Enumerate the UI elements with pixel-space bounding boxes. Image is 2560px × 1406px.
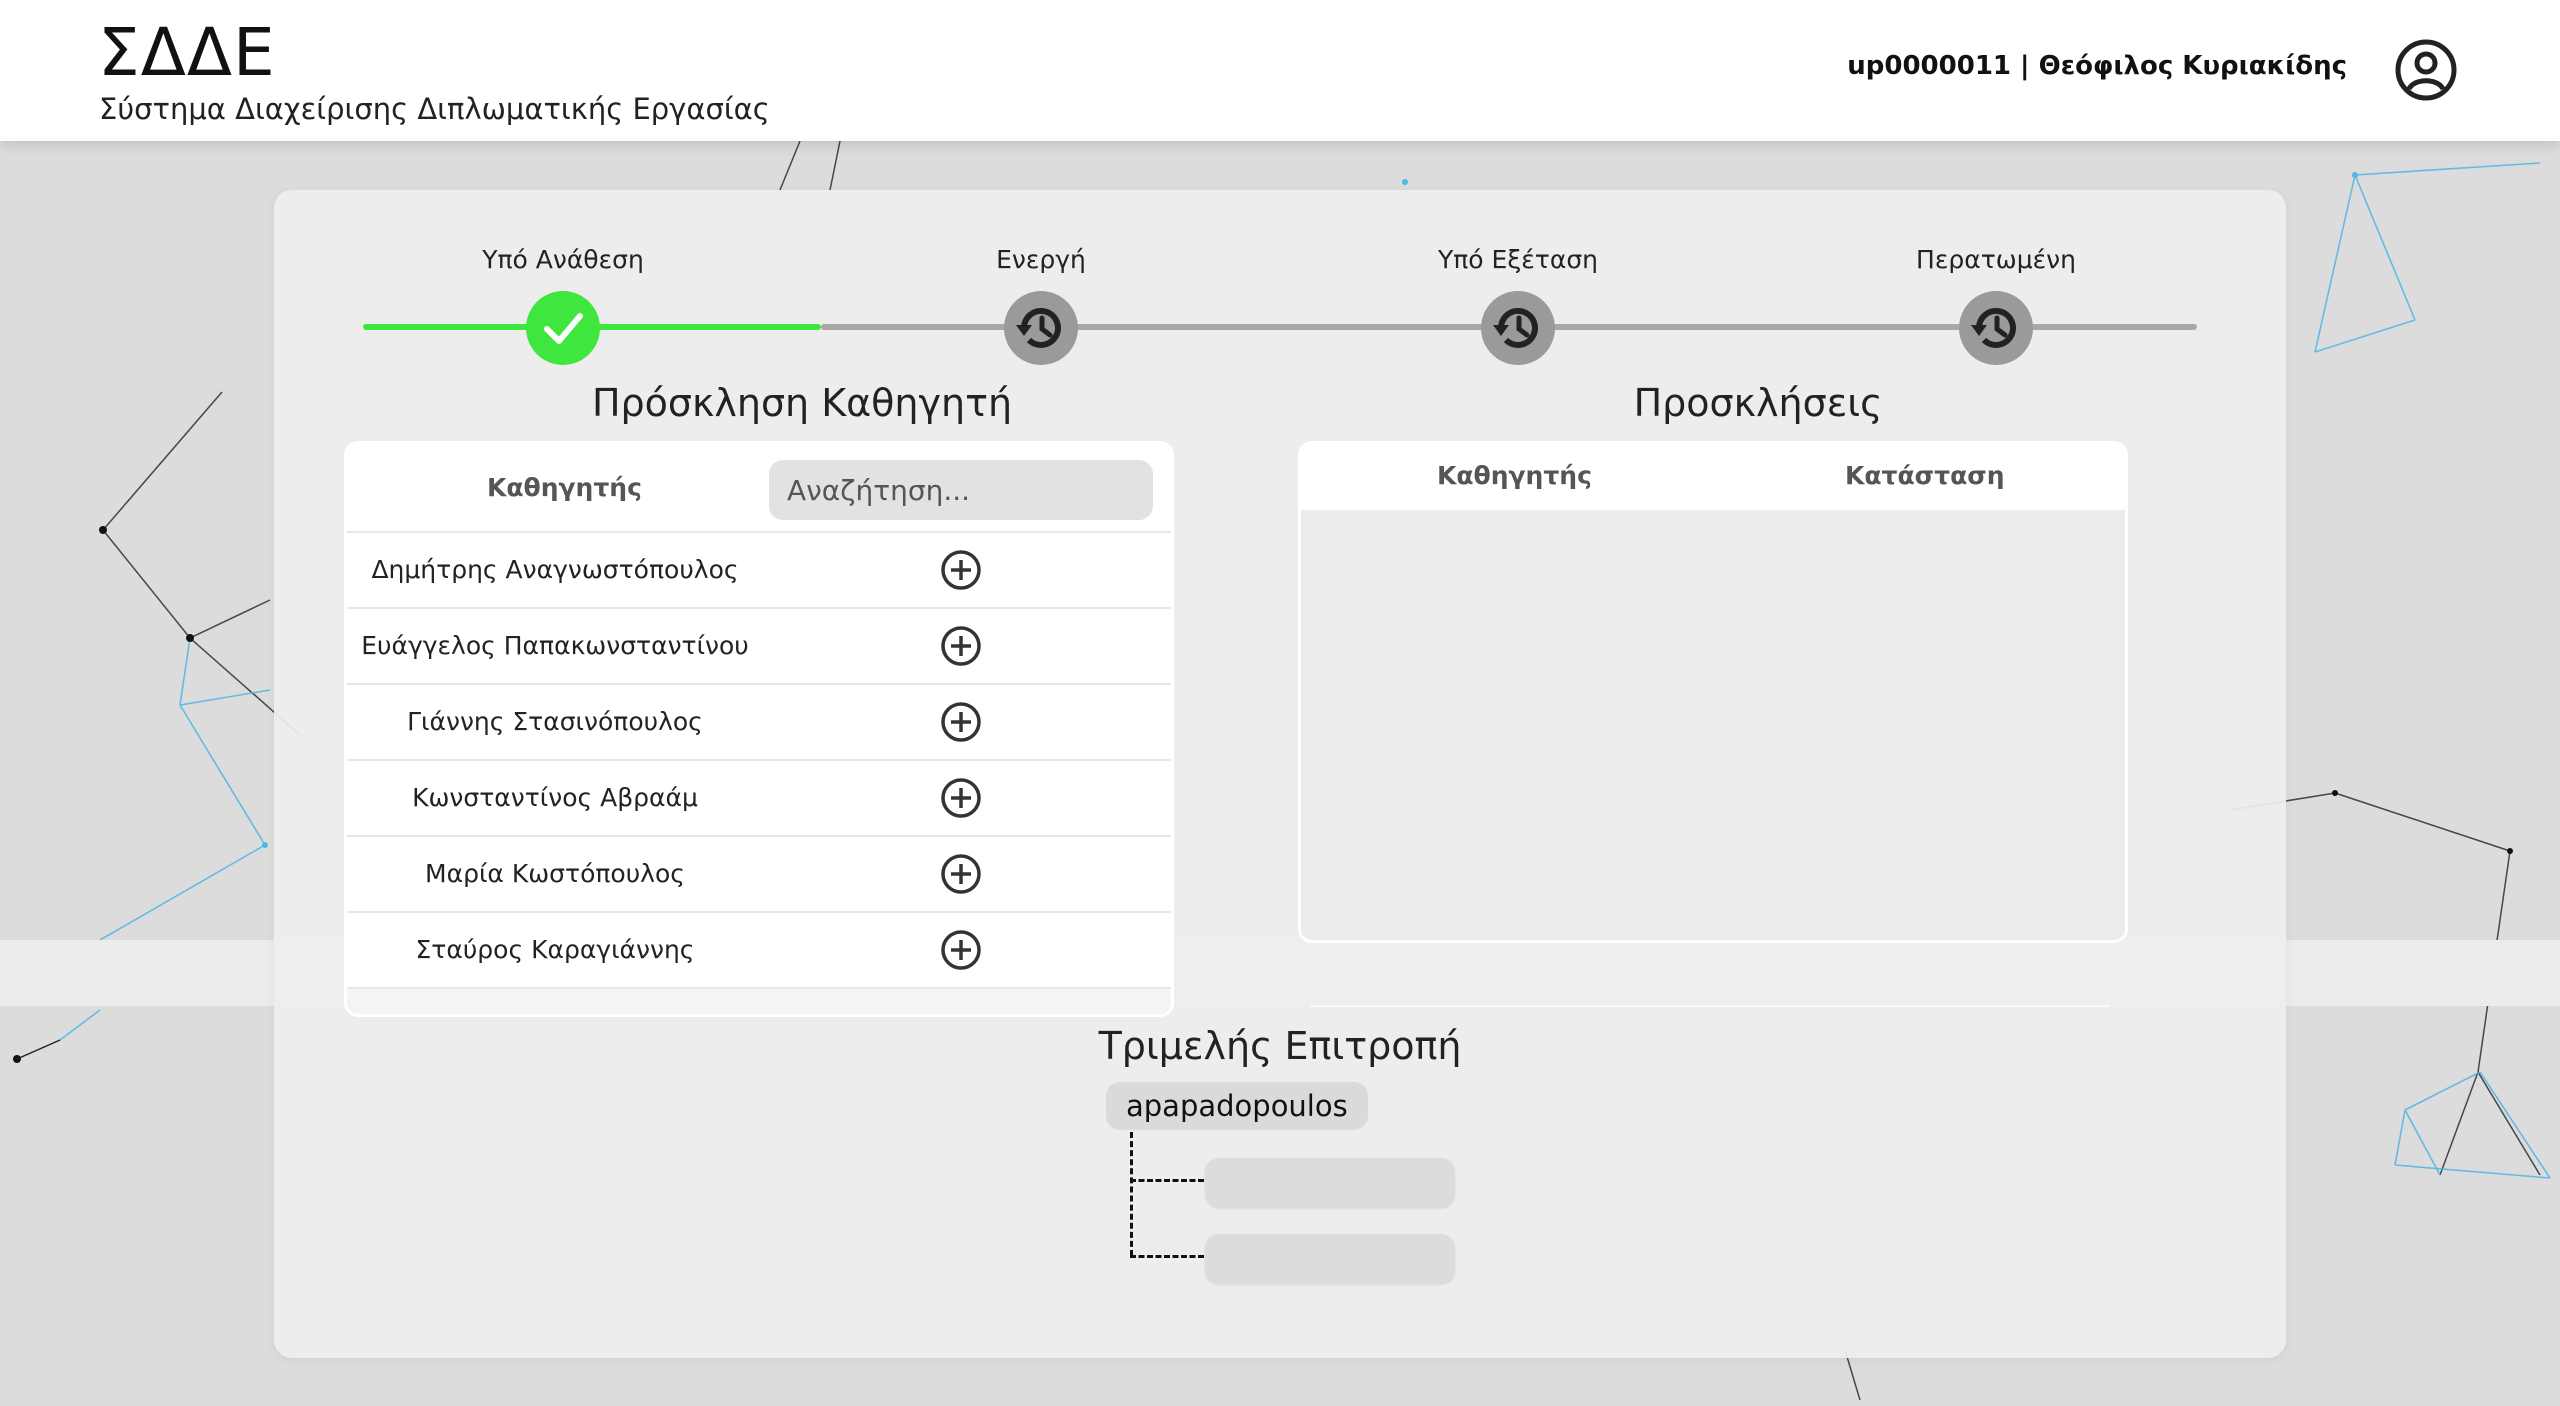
step-status-pending — [1481, 291, 1555, 365]
table-row: Δημήτρης Αναγνωστόπουλος — [347, 533, 1171, 609]
professor-name: Γιάννης Στασινόπουλος — [407, 707, 703, 736]
committee-tree-line — [1130, 1132, 1133, 1256]
user-identity-label: up0000011 | Θεόφιλος Κυριακίδης — [1847, 51, 2347, 81]
plus-circle-icon[interactable] — [940, 929, 982, 971]
committee-title: Τριμελής Επιτροπή — [1098, 1024, 1462, 1068]
committee-tree-branch — [1130, 1179, 1204, 1182]
committee-supervisor: apapadopoulos — [1106, 1082, 1368, 1130]
user-account-icon[interactable] — [2394, 38, 2458, 102]
committee-tree-branch — [1130, 1255, 1204, 1258]
step-label-active: Ενεργή — [996, 245, 1086, 274]
table-header: Καθηγητής Κατάσταση — [1301, 444, 2125, 510]
professor-name: Σταύρος Καραγιάννης — [415, 935, 695, 964]
app-brand: ΣΔΔΕ — [98, 14, 276, 91]
plus-circle-icon[interactable] — [940, 625, 982, 667]
column-header-professor: Καθηγητής — [487, 473, 642, 502]
column-header-status: Κατάσταση — [1845, 461, 2005, 490]
table-row: Μαρία Κωστόπουλος — [347, 837, 1171, 913]
column-header-professor: Καθηγητής — [1437, 461, 1592, 490]
professor-name: Κωνσταντίνος Αβραάμ — [412, 783, 698, 812]
history-icon — [1016, 307, 1061, 348]
step-status-pending — [1959, 291, 2033, 365]
professor-name: Μαρία Κωστόπουλος — [425, 859, 685, 888]
app-subtitle: Σύστημα Διαχείρισης Διπλωματικής Εργασία… — [99, 92, 770, 126]
step-status-pending — [1004, 291, 1078, 365]
step-status-done — [526, 291, 600, 365]
table-row: Κωνσταντίνος Αβραάμ — [347, 761, 1171, 837]
history-icon — [1971, 307, 2016, 348]
step-label-completed: Περατωμένη — [1916, 245, 2076, 274]
plus-circle-icon[interactable] — [940, 777, 982, 819]
history-icon — [1493, 307, 1538, 348]
professor-invite-table: Καθηγητής Δημήτρης Αναγνωστόπουλος Ευάγγ… — [344, 441, 1174, 1017]
check-icon — [544, 313, 583, 344]
professor-name: Δημήτρης Αναγνωστόπουλος — [371, 555, 739, 584]
plus-circle-icon[interactable] — [940, 701, 982, 743]
invitations-title: Προσκλήσεις — [1633, 381, 1883, 425]
committee-member-slot-empty — [1205, 1158, 1455, 1208]
professor-search-input[interactable] — [769, 460, 1153, 520]
table-row: Γιάννης Στασινόπουλος — [347, 685, 1171, 761]
invitations-empty-body — [1301, 510, 2125, 940]
section-divider — [1310, 1005, 2110, 1007]
step-label-under-review: Υπό Εξέταση — [1437, 245, 1599, 274]
invite-professor-title: Πρόσκληση Καθηγητή — [591, 381, 1013, 425]
step-label-pending-assignment: Υπό Ανάθεση — [482, 245, 644, 274]
table-row: Σταύρος Καραγιάννης — [347, 913, 1171, 989]
committee-member-slot-empty — [1205, 1234, 1455, 1284]
table-header: Καθηγητής — [347, 444, 1171, 533]
plus-circle-icon[interactable] — [940, 853, 982, 895]
invitations-table: Καθηγητής Κατάσταση — [1298, 441, 2128, 943]
professor-name: Ευάγγελος Παπακωνσταντίνου — [361, 631, 749, 660]
plus-circle-icon[interactable] — [940, 549, 982, 591]
top-header: ΣΔΔΕ Σύστημα Διαχείρισης Διπλωματικής Ερ… — [0, 0, 2560, 141]
table-row: Ευάγγελος Παπακωνσταντίνου — [347, 609, 1171, 685]
